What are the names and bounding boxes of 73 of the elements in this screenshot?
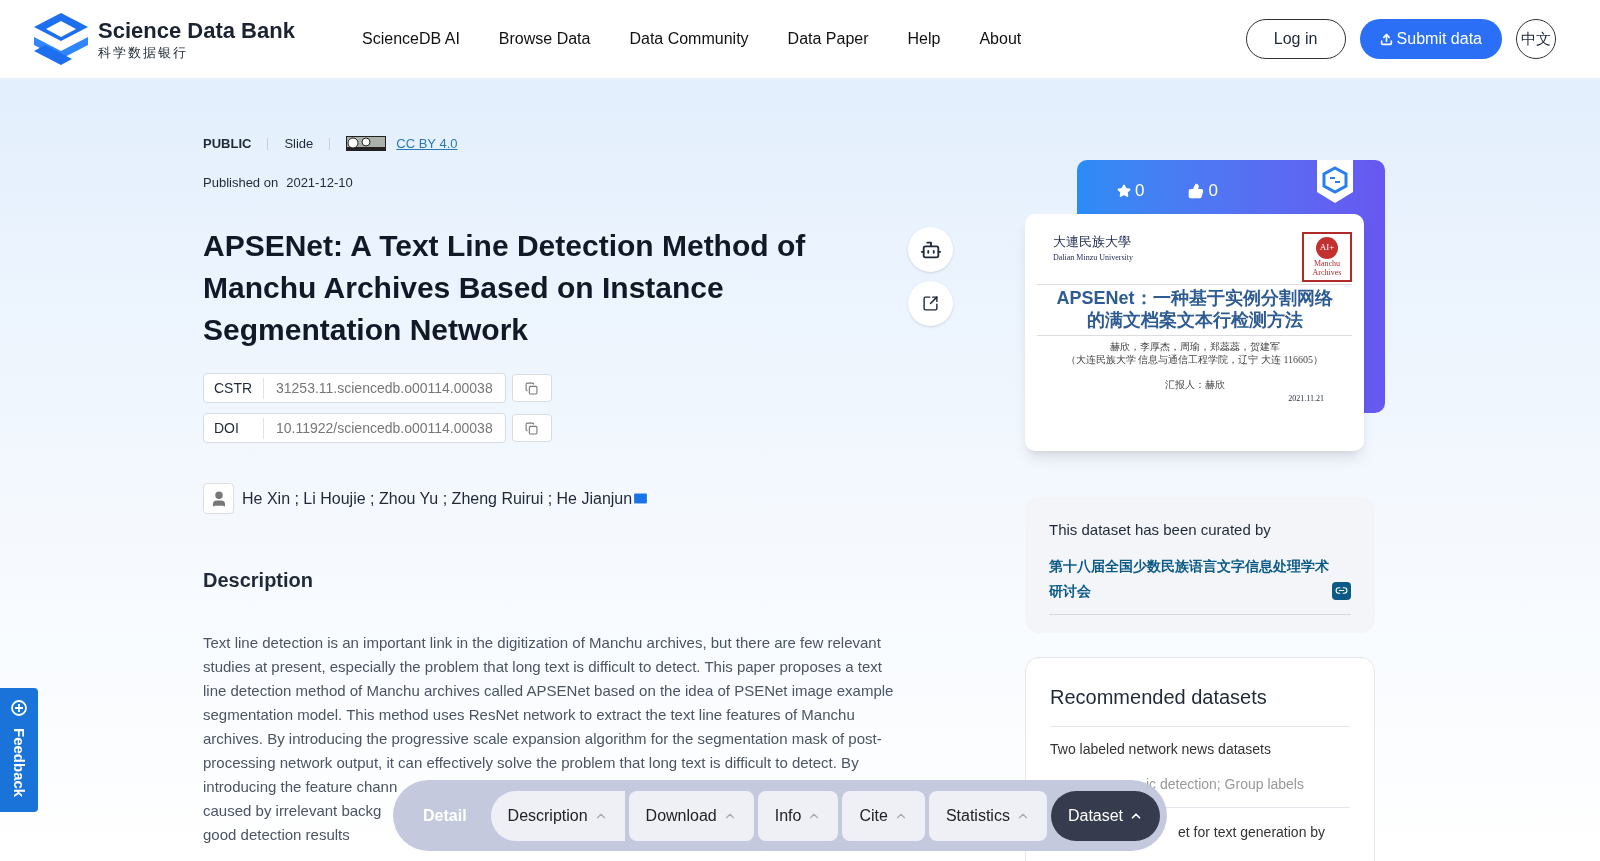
- copy-button[interactable]: [511, 414, 552, 442]
- slide-title-line: 的满文档案文本行检测方法: [1086, 309, 1303, 331]
- identifier-label: CSTR: [204, 377, 264, 399]
- recommended-heading: Recommended datasets: [1050, 681, 1350, 727]
- share-button[interactable]: [908, 281, 953, 326]
- author-list: He Xin ; Li Houjie ; Zhou Yu ; Zheng Ruirui ; He Jianjun: [242, 486, 633, 511]
- logo-title: Science Data Bank: [98, 19, 295, 42]
- type-label: Slide: [284, 135, 314, 153]
- external-link-icon: [922, 295, 939, 312]
- like-count: 0: [1208, 180, 1218, 202]
- description-line: studies at present, especially the problem that long text is difficult to detect. This paper proposes a text: [203, 657, 882, 677]
- section-tab[interactable]: Statistics: [928, 790, 1047, 841]
- badge-icon: [1315, 160, 1355, 204]
- recommended-dataset-link[interactable]: et for text generation by: [1178, 821, 1326, 843]
- university-name: 大連民族大學: [1052, 233, 1132, 251]
- copy-icon: [525, 421, 539, 435]
- section-nav-label: Detail: [423, 805, 467, 826]
- university-english-name: Dalian Minzu University: [1052, 251, 1133, 264]
- access-label: PUBLIC: [203, 135, 252, 153]
- copy-icon: [525, 381, 539, 395]
- recommended-dataset-link[interactable]: Two labeled network news datasets: [1050, 738, 1271, 760]
- slide-title-line: APSENet：一种基于实例分割网络: [1056, 287, 1333, 309]
- published-date: 2021-12-10: [286, 173, 353, 192]
- description-line: segmentation model. This method uses ResNet network to extract the text line features of Manchu: [203, 705, 855, 725]
- nav-link[interactable]: Help: [907, 27, 941, 51]
- curator-link[interactable]: 第十八届全国少数民族语言文字信息处理学术研讨会: [1049, 553, 1329, 604]
- slide-authors: 赫欣，李厚杰，周瑜，郑蕊蕊，贺建军: [1109, 340, 1280, 353]
- nav-link[interactable]: About: [979, 27, 1022, 51]
- feedback-tab[interactable]: Feedback: [0, 688, 38, 812]
- published-label: Published on: [203, 173, 279, 192]
- link-icon[interactable]: [1332, 581, 1351, 600]
- stamp-badge: AI+: [1316, 237, 1338, 259]
- description-line: caused by irrelevant backg: [203, 801, 382, 821]
- identifier-value: 10.11922/sciencedb.o00114.00038: [275, 418, 494, 438]
- identifier-label: DOI: [204, 417, 264, 439]
- stamp-text: Manchu Archives: [1311, 259, 1343, 277]
- slide-reporter: 汇报人：赫欣: [1164, 378, 1225, 391]
- nav-link[interactable]: Browse Data: [498, 27, 591, 51]
- description-heading: Description: [203, 568, 315, 593]
- slide-date: 2021.11.21: [1288, 393, 1324, 405]
- favorite-icon[interactable]: [1117, 183, 1131, 198]
- author-avatar: [203, 483, 234, 514]
- feedback-icon: [9, 698, 29, 718]
- identifier-value: 31253.11.sciencedb.o00114.00038: [275, 378, 494, 398]
- description-line: good detection results: [203, 825, 350, 845]
- license-badge-icon: [346, 136, 387, 152]
- upload-icon: [1379, 32, 1393, 46]
- feedback-label: Feedback: [10, 728, 30, 798]
- license-link[interactable]: CC BY 4.0: [396, 134, 458, 154]
- submit-data-button[interactable]: Submit data: [1359, 19, 1502, 59]
- dataset-title: APSENet: A Text Line Detection Method of Manchu Archives Based on Instance Segmentation Network: [203, 228, 807, 348]
- like-icon[interactable]: [1188, 182, 1205, 199]
- description-line: line detection method of Manchu archives called APSENet based on the idea of PSENet image example: [203, 681, 894, 701]
- section-tab[interactable]: Info: [757, 790, 839, 841]
- description-line: Text line detection is an important link in the digitization of Manchu archives, but there are few relevant: [203, 633, 881, 653]
- section-tab[interactable]: Cite: [842, 790, 925, 841]
- nav-link[interactable]: Data Paper: [787, 27, 869, 51]
- section-tab[interactable]: Dataset: [1050, 790, 1161, 841]
- description-line: processing network output, it can effectively solve the problem that long text is difficult to detect. By: [203, 753, 859, 773]
- logo-subtitle: 科学数据银行: [98, 45, 189, 59]
- favorite-count: 0: [1135, 180, 1145, 202]
- nav-link[interactable]: Data Community: [629, 27, 749, 51]
- copy-button[interactable]: [511, 374, 552, 402]
- section-tab[interactable]: Download: [628, 790, 754, 841]
- logo-icon: [32, 11, 90, 67]
- nav-link[interactable]: ScienceDB AI: [362, 27, 460, 51]
- section-tab[interactable]: Description: [490, 790, 625, 841]
- description-line: introducing the feature chann: [203, 777, 398, 797]
- slide-thumbnail[interactable]: 大連民族大學 Dalian Minzu University AI+ Manchu Archives APSENet：一种基于实例分割网络 的满文档案文本行检测方法 赫欣，李厚杰，周瑜，郑蕊蕊，贺建军 （大连民族大学 信息与通信工程学院，辽宁 大连 116605） 汇报人：赫欣 2021.11.21: [1025, 214, 1364, 451]
- curation-heading: This dataset has been curated by: [1049, 520, 1272, 540]
- ai-assistant-button[interactable]: [908, 227, 953, 272]
- description-line: archives. By introducing the progressive scale expansion algorithm for the segmentation mask of post-: [203, 729, 882, 749]
- slide-affiliation: （大连民族大学 信息与通信工程学院，辽宁 大连 116605）: [1065, 353, 1324, 366]
